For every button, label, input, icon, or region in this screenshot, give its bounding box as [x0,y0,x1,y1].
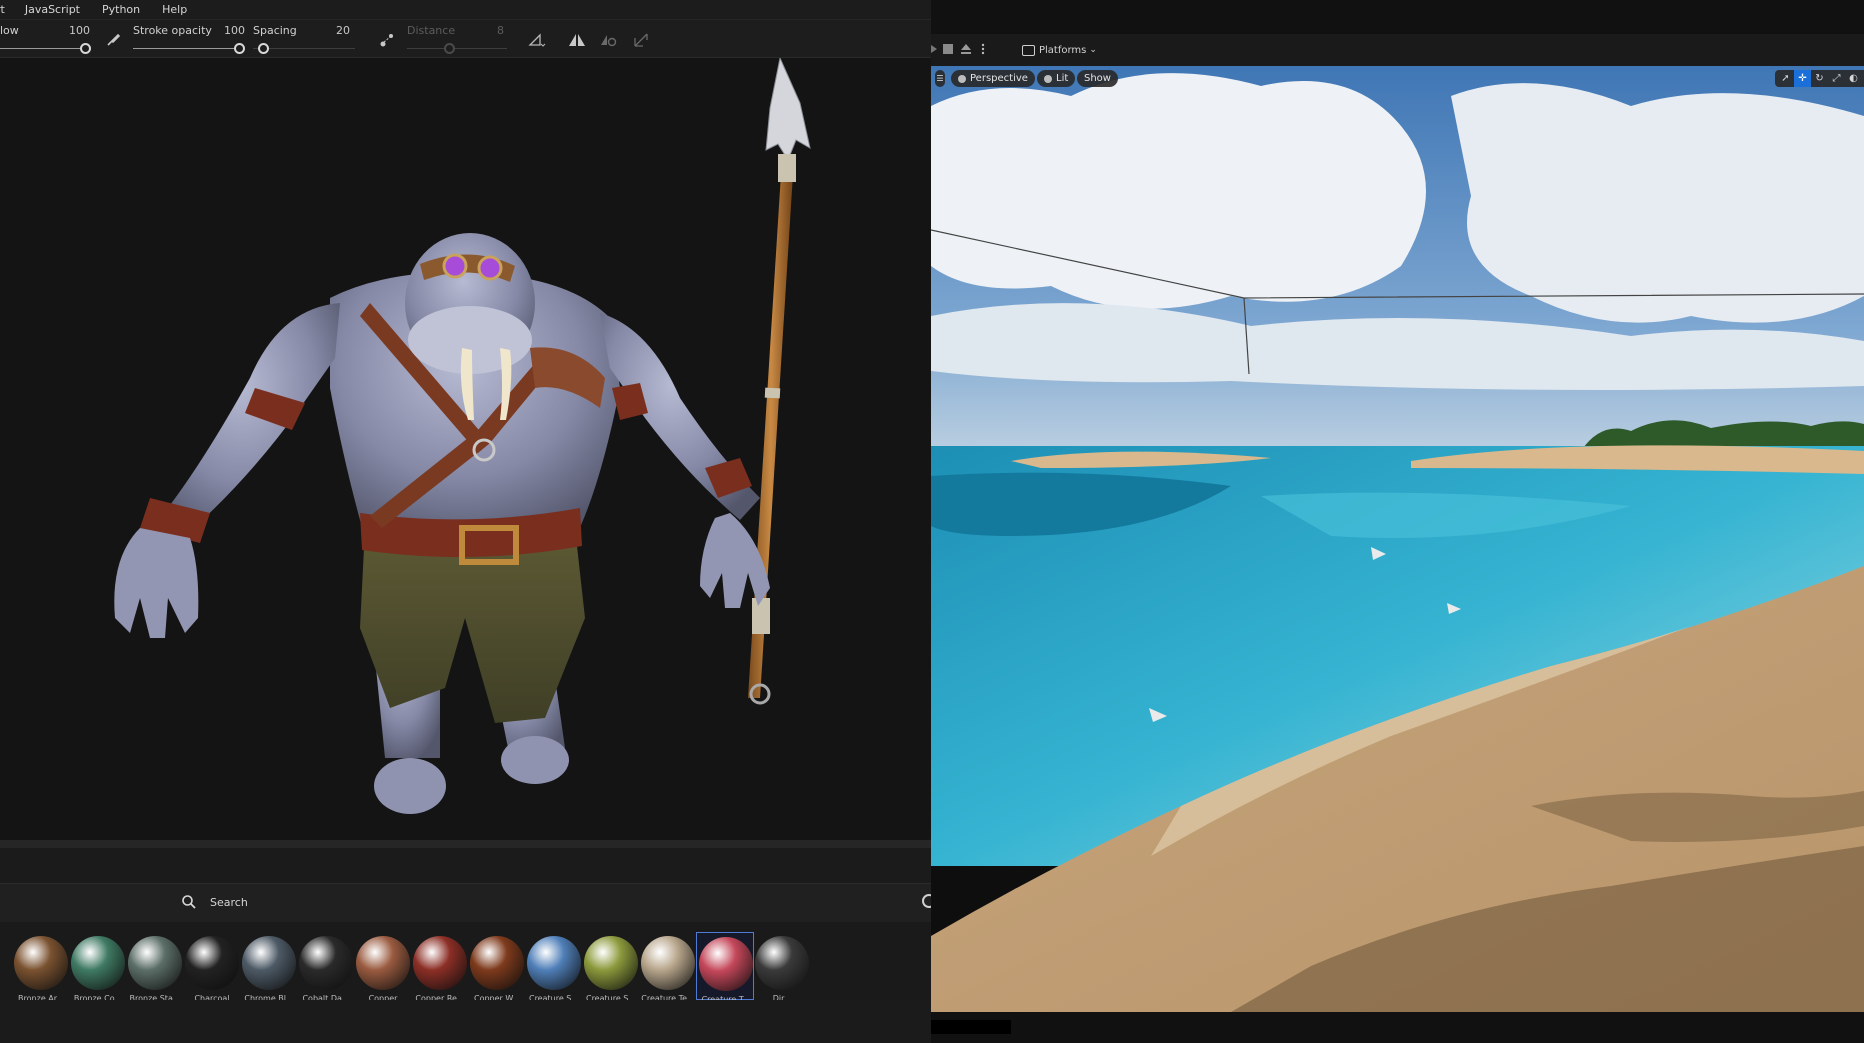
menu-python[interactable]: Python [102,3,140,16]
shelf-search-bar: Search [0,884,931,922]
move-tool-icon[interactable]: ✛ [1794,70,1811,87]
chevron-down-icon: ⌄ [1089,45,1097,55]
material-thumbnail[interactable]: Copper Re... [411,932,469,1000]
alignment-icon[interactable] [526,29,548,51]
symmetry-icon[interactable] [566,29,588,51]
hamburger-icon: ☰ [936,74,944,83]
lit-button[interactable]: Lit [1037,70,1076,87]
material-thumbnail[interactable]: Creature S... [525,932,583,1000]
menu-help[interactable]: Help [162,3,187,16]
scale-tool-icon[interactable]: ⤢ [1828,70,1845,87]
surface-snap-icon[interactable]: ◐ [1845,70,1862,87]
more-options-icon[interactable] [977,43,989,55]
shelf-header [0,848,931,884]
material-thumbnail[interactable]: Creature Te... [639,932,697,1000]
material-thumbnail[interactable]: Copper W... [468,932,526,1000]
material-thumbnail[interactable]: Creature T... [696,932,754,1000]
material-thumbnail[interactable]: Dir... [753,932,811,1000]
lit-label: Lit [1056,73,1069,84]
material-thumbnail[interactable]: Copper [354,932,412,1000]
3d-viewport[interactable] [0,56,931,840]
distance-slider-handle[interactable] [444,43,455,54]
material-preview-sphere [641,936,695,990]
material-thumbnail[interactable]: Bronze Co... [69,932,127,1000]
material-thumbnail[interactable]: Chrome Bl... [240,932,298,1000]
material-preview-sphere [584,936,638,990]
perspective-label: Perspective [970,73,1028,84]
perspective-button[interactable]: Perspective [951,70,1035,87]
show-label: Show [1084,73,1111,84]
brush-properties-toolbar: low 100 Stroke opacity 100 Spacing 20 Di… [0,20,931,58]
level-viewport[interactable]: ☰ Perspective Lit Show ➚ ✛ ↻ ⤢ ◐ [931,66,1864,1012]
material-preview-sphere [356,936,410,990]
material-shelf: Bronze Ar... Bronze Co... Bronze Sta... Cha… [0,922,931,1000]
stroke-opacity-value: 100 [224,24,245,37]
material-preview-sphere [299,936,353,990]
brush-icon[interactable] [102,29,124,51]
shelf-options-icon[interactable] [922,894,931,908]
view-mode-icon [1044,74,1052,83]
material-thumbnail[interactable]: Bronze Ar... [12,932,70,1000]
game-engine-editor: Platforms ⌄ ☰ Perspective Lit Show ➚ ✛ ↻… [931,0,1864,1043]
material-thumbnail[interactable]: Creature S... [582,932,640,1000]
content-drawer-button[interactable] [931,1020,1011,1034]
material-preview-sphere [185,936,239,990]
panel-divider[interactable] [0,840,931,848]
show-button[interactable]: Show [1077,70,1118,87]
lazy-mouse-icon[interactable] [376,29,398,51]
editor-toolbar: Platforms ⌄ [931,34,1864,66]
spacing-value: 20 [336,24,350,37]
walrus-character-model [114,56,811,814]
material-preview-sphere [413,936,467,990]
viewport-menu-button[interactable]: ☰ [935,70,945,87]
transform-tools: ➚ ✛ ↻ ⤢ ◐ [1775,70,1864,87]
distance-label: Distance [407,24,456,37]
stop-icon[interactable] [942,43,954,55]
material-preview-sphere [470,936,524,990]
symmetry-settings-icon[interactable] [598,29,620,51]
select-tool-icon[interactable]: ➚ [1777,70,1794,87]
material-thumbnail[interactable]: Cobalt Da... [297,932,355,1000]
spacing-label: Spacing [253,24,297,37]
stroke-opacity-label: Stroke opacity [133,24,212,37]
eject-icon[interactable] [960,43,972,55]
stroke-opacity-slider-handle[interactable] [234,43,245,54]
flow-slider[interactable] [0,48,80,49]
platforms-icon [1022,44,1035,56]
beach-scene [931,66,1864,1012]
material-preview-sphere [242,936,296,990]
rotate-tool-icon[interactable]: ↻ [1811,70,1828,87]
flow-label: low [0,24,19,37]
spacing-slider-handle[interactable] [258,43,269,54]
search-icon[interactable] [181,894,197,910]
texture-painter-app: rt JavaScript Python Help low 100 Stroke… [0,0,931,1043]
material-thumbnail[interactable]: Bronze Sta... [126,932,184,1000]
platforms-dropdown[interactable]: Platforms ⌄ [1022,41,1097,59]
platforms-label: Platforms [1039,44,1087,56]
material-preview-sphere [14,936,68,990]
material-thumbnail[interactable]: Charcoal [183,932,241,1000]
menu-export[interactable]: rt [0,3,5,16]
material-preview-sphere [699,937,753,991]
distance-value: 8 [497,24,504,37]
distance-slider[interactable] [407,48,507,49]
material-preview-sphere [128,936,182,990]
editor-status-bar [931,1012,1864,1043]
flow-value: 100 [69,24,90,37]
screen: rt JavaScript Python Help low 100 Stroke… [0,0,1864,1043]
editor-title-bar [931,0,1864,34]
status-strip [0,1000,931,1043]
menu-javascript[interactable]: JavaScript [25,3,80,16]
projection-icon[interactable] [630,29,652,51]
material-preview-sphere [755,936,809,990]
camera-icon [958,74,966,83]
material-preview-sphere [71,936,125,990]
menu-bar: rt JavaScript Python Help [0,0,931,20]
stroke-opacity-slider[interactable] [133,48,235,49]
search-input[interactable]: Search [210,896,248,909]
flow-slider-handle[interactable] [80,43,91,54]
material-preview-sphere [527,936,581,990]
